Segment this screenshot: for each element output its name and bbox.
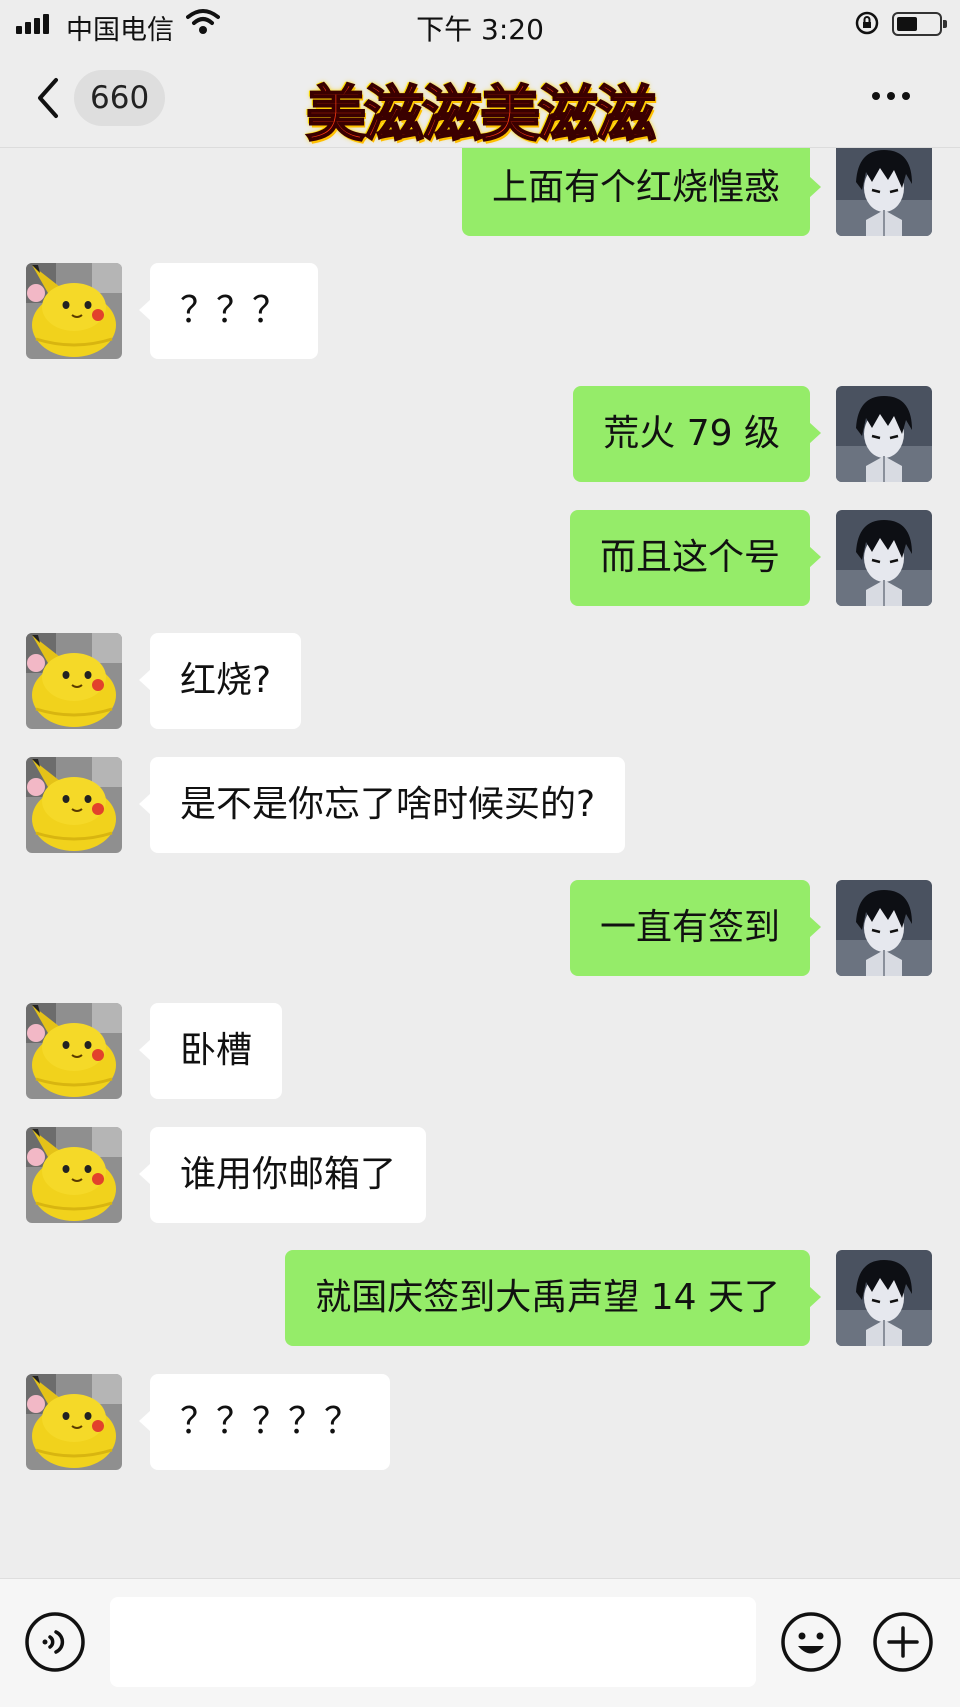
avatar-own[interactable] [836, 386, 932, 482]
input-bar [0, 1578, 960, 1707]
orientation-lock-icon [855, 11, 879, 35]
message-bubble[interactable]: ？？？？？ [138, 1374, 391, 1470]
clock: 下午 3:20 [416, 13, 544, 46]
message-row: 就国庆签到大禹声望 14 天了 [0, 1250, 960, 1346]
message-row: 上面有个红烧惶惑 [0, 148, 960, 236]
message-bubble[interactable]: 荒火 79 级 [573, 386, 821, 482]
plus-icon[interactable] [872, 1611, 934, 1673]
message-row: ？？？？？ [0, 1374, 960, 1470]
battery-icon [892, 12, 947, 36]
avatar-own[interactable] [836, 880, 932, 976]
message-bubble[interactable]: 谁用你邮箱了 [138, 1127, 427, 1223]
message-bubble[interactable]: 而且这个号 [569, 510, 822, 606]
message-row: 卧槽 [0, 1003, 960, 1099]
message-row: 而且这个号 [0, 510, 960, 606]
more-dots-icon[interactable] [872, 92, 910, 100]
avatar-contact[interactable] [26, 757, 122, 853]
message-bubble[interactable]: 卧槽 [138, 1003, 283, 1099]
avatar-own[interactable] [836, 510, 932, 606]
message-input[interactable] [110, 1597, 756, 1687]
status-bar: 中国电信 下午 3:20 [0, 0, 960, 48]
message-bubble[interactable]: 上面有个红烧惶惑 [461, 148, 822, 236]
avatar-contact[interactable] [26, 1003, 122, 1099]
chat-title: 美滋滋美滋滋 [305, 79, 657, 151]
message-row: 红烧? [0, 633, 960, 729]
message-bubble[interactable]: 是不是你忘了啥时候买的? [138, 757, 626, 853]
avatar-own[interactable] [836, 1250, 932, 1346]
avatar-contact[interactable] [26, 633, 122, 729]
avatar-contact[interactable] [26, 1127, 122, 1223]
message-row: 荒火 79 级 [0, 386, 960, 482]
emoji-icon[interactable] [780, 1611, 842, 1673]
avatar-contact[interactable] [26, 263, 122, 359]
message-bubble[interactable]: 一直有签到 [569, 880, 822, 976]
avatar-own[interactable] [836, 148, 932, 236]
message-row: 是不是你忘了啥时候买的? [0, 757, 960, 853]
message-bubble[interactable]: 就国庆签到大禹声望 14 天了 [285, 1250, 821, 1346]
voice-icon[interactable] [24, 1611, 86, 1673]
message-bubble[interactable]: 红烧? [138, 633, 302, 729]
chat-header: 660 美滋滋美滋滋 [0, 48, 960, 151]
avatar-contact[interactable] [26, 1374, 122, 1470]
message-bubble[interactable]: ？？？ [138, 263, 319, 359]
message-row: ？？？ [0, 263, 960, 359]
message-row: 一直有签到 [0, 880, 960, 976]
message-list[interactable]: 上面有个红烧惶惑 ？？？ 荒火 79 级 而且这个号 红烧? 是不是你忘了啥时候… [0, 148, 960, 1578]
message-row: 谁用你邮箱了 [0, 1127, 960, 1223]
